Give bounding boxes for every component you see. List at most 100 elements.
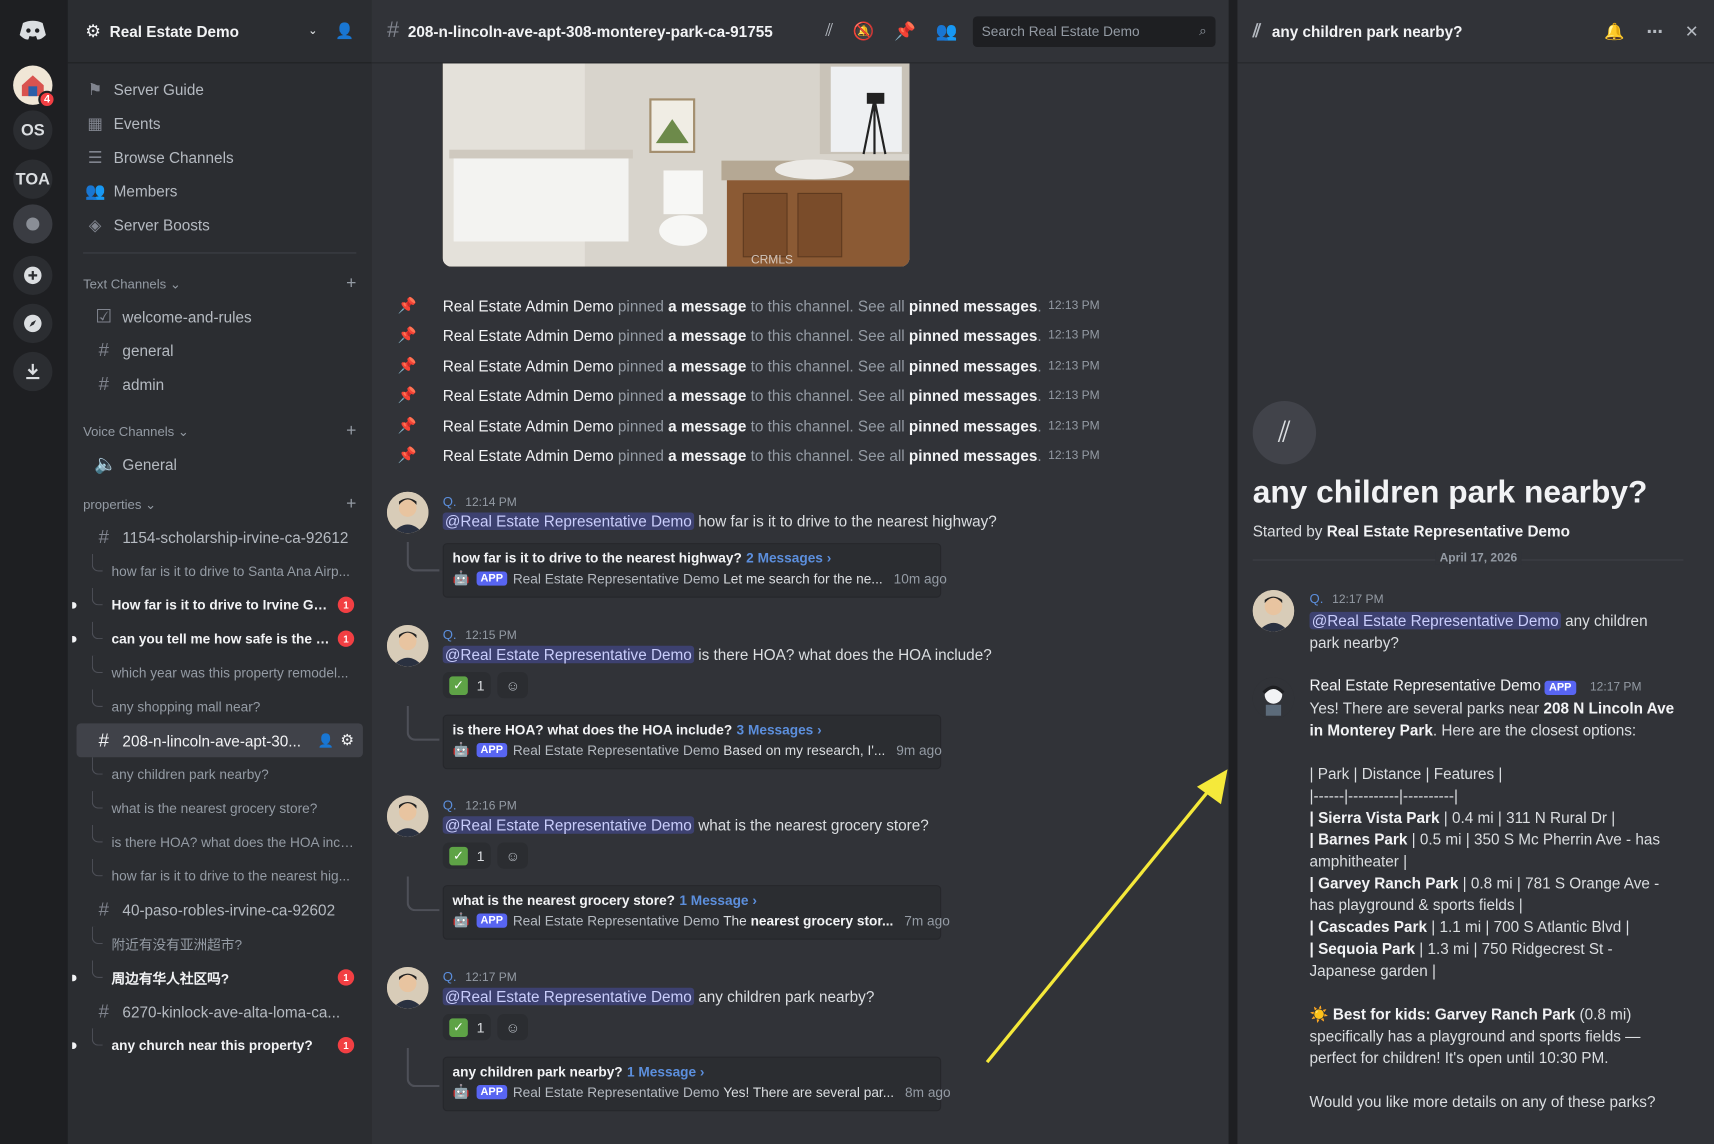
author-name[interactable]: Q. xyxy=(1310,591,1324,606)
add-property-channel-icon[interactable]: + xyxy=(346,495,356,515)
panel-divider[interactable] xyxy=(1228,0,1238,1144)
nav-browse-channels[interactable]: ☰ Browse Channels xyxy=(68,140,372,174)
download-icon[interactable] xyxy=(13,351,53,392)
calendar-icon: ▦ xyxy=(87,114,103,133)
started-by: Started by Real Estate Representative De… xyxy=(1252,522,1570,540)
member-list-icon[interactable]: 👥 xyxy=(936,20,958,42)
edit-channel-gear-icon[interactable]: ⚙ xyxy=(340,731,354,750)
thread-hero-title: any children park nearby? xyxy=(1252,475,1648,511)
thread-preview-card[interactable]: any children park nearby? 1 Message › 🤖 AP… xyxy=(442,1056,951,1112)
user-mention[interactable]: @Real Estate Representative Demo xyxy=(442,987,694,1006)
search-icon: ⌕ xyxy=(1199,22,1207,39)
avatar[interactable] xyxy=(386,967,429,1009)
reaction-check[interactable]: ✓ 1 xyxy=(442,672,492,699)
thread-item[interactable]: is there HOA? what does the HOA incl... xyxy=(68,824,372,859)
nav-server-boosts[interactable]: ◈ Server Boosts xyxy=(68,208,372,242)
channel-property-2-active[interactable]: #208-n-lincoln-ave-apt-30... 👤 ⚙ xyxy=(76,723,363,758)
invite-people-icon[interactable]: 👤 xyxy=(335,22,354,41)
author-name[interactable]: Q. xyxy=(443,494,457,509)
server-header[interactable]: ⚙ Real Estate Demo ⌄ 👤 xyxy=(67,0,372,64)
add-voice-channel-icon[interactable]: + xyxy=(346,422,356,442)
close-icon[interactable]: ✕ xyxy=(1685,21,1699,41)
thread-item[interactable]: 周边有华人社区吗? 1 xyxy=(68,960,372,994)
add-reaction-button[interactable]: ☺ xyxy=(497,842,529,869)
add-reaction-button[interactable]: ☺ xyxy=(497,1014,529,1041)
thread-item[interactable]: 附近有没有亚洲超市? xyxy=(68,926,372,961)
thread-icon: ⫽ xyxy=(1252,20,1261,41)
section-text-channels[interactable]: Text Channels ⌄ + xyxy=(68,269,372,300)
thread-panel-header: ⫽ any children park nearby? 🔔 ⋯ ✕ xyxy=(1237,0,1714,64)
user-mention[interactable]: @Real Estate Representative Demo xyxy=(442,645,694,664)
reaction-check[interactable]: ✓ 1 xyxy=(442,842,492,869)
channel-general[interactable]: # general xyxy=(77,333,363,367)
server-avatar-icon[interactable] xyxy=(13,204,53,244)
avatar[interactable] xyxy=(386,491,429,534)
server-os-icon[interactable]: OS xyxy=(13,110,53,150)
pin-notice: 📌 Real Estate Admin Demo pinned a message… xyxy=(372,351,1100,381)
search-input[interactable]: Search Real Estate Demo ⌕ xyxy=(972,15,1216,47)
bathroom-photo[interactable]: CRMLS xyxy=(442,55,910,267)
channel-property-4[interactable]: #6270-kinlock-ave-alta-loma-ca... xyxy=(77,994,363,1028)
mention-badge: 1 xyxy=(337,1036,355,1054)
thread-item[interactable]: any shopping mall near? xyxy=(68,689,372,723)
thread-item[interactable]: which year was this property remodel... xyxy=(68,655,372,690)
reaction-check[interactable]: ✓ 1 xyxy=(442,1014,492,1041)
thread-item[interactable]: how far is it to drive to the nearest hi… xyxy=(68,858,372,893)
thread-hero-icon: ⫽ xyxy=(1252,401,1317,465)
explore-icon[interactable] xyxy=(13,303,53,344)
pin-icon: 📌 xyxy=(397,416,417,434)
bot-name[interactable]: Real Estate Representative Demo xyxy=(1310,676,1541,693)
author-name[interactable]: Q. xyxy=(443,798,457,813)
avatar[interactable] xyxy=(386,625,429,667)
threads-icon[interactable]: ⫽ xyxy=(825,21,833,41)
user-mention[interactable]: @Real Estate Representative Demo xyxy=(1309,612,1561,630)
section-properties[interactable]: properties ⌄ + xyxy=(68,490,372,521)
author-name[interactable]: Q. xyxy=(443,627,457,642)
thread-item[interactable]: any church near this property? 1 xyxy=(68,1028,372,1062)
members-icon: 👥 xyxy=(85,181,106,201)
avatar[interactable] xyxy=(386,795,429,838)
thread-preview-card[interactable]: is there HOA? what does the HOA include?… xyxy=(442,714,942,770)
house-server-icon[interactable]: 4 xyxy=(13,65,56,109)
user-mention[interactable]: @Real Estate Representative Demo xyxy=(442,816,694,834)
bot-avatar[interactable] xyxy=(1252,677,1295,719)
add-reaction-button[interactable]: ☺ xyxy=(497,672,529,699)
create-invite-icon[interactable]: 👤 xyxy=(318,733,334,748)
discord-logo-icon[interactable] xyxy=(13,11,52,50)
thread-preview-card[interactable]: how far is it to drive to the nearest hi… xyxy=(442,543,947,598)
notification-mute-icon[interactable]: 🔕 xyxy=(853,20,875,42)
server-toa-icon[interactable]: TOA xyxy=(13,159,53,199)
pinned-messages-icon[interactable]: 📌 xyxy=(894,20,916,42)
section-voice-channels[interactable]: Voice Channels ⌄ + xyxy=(68,416,372,447)
check-mark-icon: ✓ xyxy=(449,1017,468,1037)
bot-avatar-icon: 🤖 xyxy=(452,1083,470,1100)
channel-property-1[interactable]: #1154-scholarship-irvine-ca-92612 xyxy=(77,520,363,554)
thread-preview-card[interactable]: what is the nearest grocery store? 1 Mess… xyxy=(442,885,950,940)
channel-welcome-and-rules[interactable]: ☑ welcome-and-rules xyxy=(77,299,363,333)
bot-reply: Yes! There are several parks near 208 N … xyxy=(1310,697,1682,1112)
thread-item[interactable]: how far is it to drive to Santa Ana Airp… xyxy=(68,553,372,588)
pin-notice: 📌 Real Estate Admin Demo pinned a message… xyxy=(372,291,1100,321)
chat-message: Q. 12:15 PM @Real Estate Representative D… xyxy=(372,625,1229,778)
nav-server-guide[interactable]: ⚑ Server Guide xyxy=(68,72,372,106)
rules-icon: ☑ xyxy=(95,305,113,327)
author-name[interactable]: Q. xyxy=(443,969,457,984)
question-message: @Real Estate Representative Demo any chi… xyxy=(1309,611,1648,652)
add-server-icon[interactable] xyxy=(13,255,53,296)
mention-badge: 1 xyxy=(337,969,355,986)
bell-icon[interactable]: 🔔 xyxy=(1604,21,1624,41)
thread-item[interactable]: can you tell me how safe is the nei... 1 xyxy=(68,621,372,656)
channel-property-3[interactable]: #40-paso-robles-irvine-ca-92602 xyxy=(77,893,363,927)
app-tag: APP xyxy=(1544,680,1576,695)
voice-channel-general[interactable]: 🔈 General xyxy=(77,447,363,481)
more-options-icon[interactable]: ⋯ xyxy=(1647,21,1663,41)
thread-item[interactable]: any children park nearby? xyxy=(68,757,372,791)
nav-events[interactable]: ▦ Events xyxy=(68,106,372,140)
nav-members[interactable]: 👥 Members xyxy=(68,174,372,208)
avatar[interactable] xyxy=(1252,590,1295,632)
channel-admin[interactable]: # admin xyxy=(77,367,363,401)
thread-item[interactable]: what is the nearest grocery store? xyxy=(68,791,372,825)
user-mention[interactable]: @Real Estate Representative Demo xyxy=(442,512,694,530)
thread-item[interactable]: How far is it to drive to Irvine Grea...… xyxy=(68,587,372,622)
add-channel-icon[interactable]: + xyxy=(346,274,356,294)
